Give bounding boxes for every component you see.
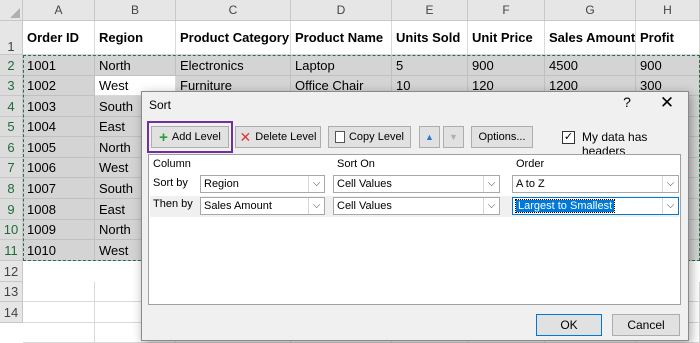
select-all-corner[interactable] [0,0,23,21]
then-by-order-select[interactable]: Largest to Smallest ⌵ [512,197,679,215]
row-header-6[interactable]: 6 [0,137,23,158]
delete-x-icon: ✕ [239,129,252,145]
row-header-12[interactable]: 12 [0,261,23,282]
data-cell[interactable]: 1004 [23,117,95,137]
data-cell[interactable]: 5 [392,55,468,76]
sort-levels-grid: Column Sort On Order Sort by Region ⌵ Ce… [148,154,681,305]
data-cell[interactable]: 4500 [545,55,636,76]
data-cell[interactable]: 1007 [23,178,95,199]
row-header-2[interactable]: 2 [0,55,23,76]
data-cell[interactable]: Electronics [176,55,291,76]
header-cell[interactable]: Units Sold [392,21,468,55]
column-header-c[interactable]: C [176,0,291,21]
row-header-4[interactable]: 4 [0,96,23,117]
row-header-8[interactable]: 8 [0,178,23,199]
then-by-label: Then by [153,198,193,210]
header-cell[interactable]: Sales Amount [545,21,636,55]
header-cell[interactable]: Product Name [291,21,392,55]
sort-by-column-value: Region [204,178,239,190]
column-header-g[interactable]: G [545,0,636,21]
row-header-1[interactable]: 1 [0,21,23,55]
data-cell[interactable]: 1005 [23,137,95,158]
add-level-button[interactable]: + Add Level [151,126,229,148]
sort-by-column-select[interactable]: Region ⌵ [200,175,325,193]
delete-level-button[interactable]: ✕ Delete Level [235,126,321,148]
dialog-title: Sort [149,98,172,112]
chevron-down-icon: ⌵ [662,198,678,214]
options-button[interactable]: Options... [471,126,533,148]
column-header-f[interactable]: F [468,0,545,21]
cancel-button[interactable]: Cancel [612,314,680,336]
column-header-d[interactable]: D [291,0,392,21]
empty-cell[interactable] [23,282,95,302]
chevron-down-icon: ⌵ [308,198,324,214]
chevron-down-icon: ⌵ [483,176,499,192]
data-cell[interactable]: 1008 [23,199,95,220]
close-icon[interactable]: ✕ [657,93,677,113]
row-header-11[interactable]: 11 [0,240,23,261]
column-header-e[interactable]: E [392,0,468,21]
data-cell[interactable]: Laptop [291,55,392,76]
empty-cell[interactable] [23,302,95,323]
sort-by-label: Sort by [153,177,188,189]
row-header-14[interactable]: 14 [0,302,23,323]
then-by-column-select[interactable]: Sales Amount ⌵ [200,197,325,215]
header-cell[interactable]: Region [95,21,176,55]
then-by-sort-on-value: Cell Values [337,200,392,212]
move-down-button[interactable]: ▼ [443,126,464,148]
order-header: Order [516,158,545,170]
then-by-column-value: Sales Amount [204,200,272,212]
row-header-13[interactable]: 13 [0,282,23,302]
copy-level-label: Copy Level [348,131,405,143]
sort-on-header: Sort On [337,158,375,170]
column-header-b[interactable]: B [95,0,176,21]
data-cell[interactable]: 1010 [23,240,95,261]
data-cell[interactable]: 1009 [23,220,95,240]
header-cell[interactable]: Order ID [23,21,95,55]
add-level-label: Add Level [171,131,221,143]
delete-level-label: Delete Level [255,131,317,143]
help-icon[interactable]: ? [619,94,635,112]
data-cell[interactable]: 1003 [23,96,95,117]
sort-by-order-select[interactable]: A to Z ⌵ [512,175,679,193]
header-cell[interactable]: Unit Price [468,21,545,55]
my-data-has-headers-checkbox[interactable]: ✓ [562,131,575,144]
move-up-button[interactable]: ▲ [419,126,440,148]
sort-by-sort-on-value: Cell Values [337,178,392,190]
then-by-sort-on-select[interactable]: Cell Values ⌵ [333,197,500,215]
column-header-a[interactable]: A [23,0,95,21]
empty-cell[interactable] [23,323,95,343]
data-cell[interactable]: 1001 [23,55,95,76]
header-cell[interactable]: Product Category [176,21,291,55]
row-header-10[interactable]: 10 [0,220,23,240]
data-cell[interactable]: 900 [636,55,700,76]
then-by-order-value: Largest to Smallest [514,199,616,213]
plus-icon: + [159,128,168,146]
column-header: Column [153,158,191,170]
copy-level-button[interactable]: Copy Level [328,126,411,148]
chevron-down-icon: ⌵ [662,176,678,192]
copy-icon [331,129,345,143]
row-header-7[interactable]: 7 [0,158,23,178]
row-header-5[interactable]: 5 [0,117,23,137]
header-cell[interactable]: Profit [636,21,700,55]
column-header-h[interactable]: H [636,0,700,21]
sort-by-order-value: A to Z [516,178,545,190]
sort-by-sort-on-select[interactable]: Cell Values ⌵ [333,175,500,193]
row-header-3[interactable]: 3 [0,76,23,96]
chevron-down-icon: ⌵ [308,176,324,192]
data-cell[interactable]: 1006 [23,158,95,178]
data-cell[interactable]: 1002 [23,76,95,96]
chevron-down-icon: ⌵ [483,198,499,214]
sort-dialog: Sort ? ✕ + Add Level ✕ Delete Level Copy… [141,91,689,341]
row-header-9[interactable]: 9 [0,199,23,220]
data-cell[interactable]: North [95,55,176,76]
ok-button[interactable]: OK [536,314,602,336]
data-cell[interactable]: 900 [468,55,545,76]
